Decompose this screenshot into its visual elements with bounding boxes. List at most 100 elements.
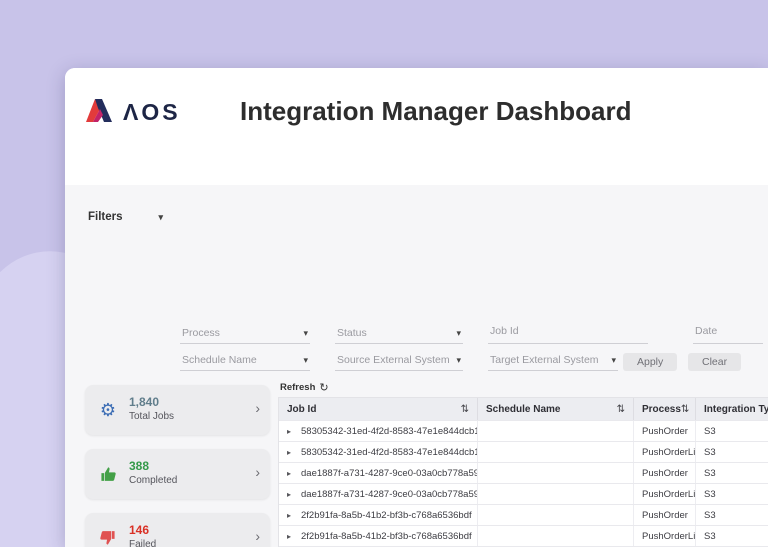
sort-icon[interactable]: ⇅ [461, 404, 469, 415]
cell-schedule-name [478, 421, 634, 441]
cell-job-id-wrap: ▸ 58305342-31ed-4f2d-8583-47e1e844dcb1 [279, 442, 478, 462]
cell-job-id-wrap: ▸ 2f2b91fa-8a5b-41b2-bf3b-c768a6536bdf [279, 526, 478, 546]
cell-job-id-wrap: ▸ 2f2b91fa-8a5b-41b2-bf3b-c768a6536bdf [279, 505, 478, 525]
table-row[interactable]: ▸ 58305342-31ed-4f2d-8583-47e1e844dcb1 P… [279, 441, 768, 462]
chevron-down-icon: ▾ [303, 328, 308, 339]
chevron-down-icon: ▾ [303, 355, 308, 366]
date-input[interactable] [693, 322, 763, 344]
clear-button[interactable]: Clear [688, 353, 741, 371]
column-label: Job Id [287, 404, 316, 415]
cell-schedule-name [478, 442, 634, 462]
schedule-name-select-value: Schedule Name [182, 354, 257, 366]
apply-button[interactable]: Apply [623, 353, 677, 371]
source-external-system-select[interactable]: Source External System ▾ [335, 349, 463, 371]
cell-process: PushOrderLi... [634, 484, 696, 504]
chevron-down-icon: ▾ [456, 355, 461, 366]
thumbs-up-icon [98, 464, 118, 484]
thumbs-down-icon [98, 528, 118, 547]
cell-integration-type: S3 [696, 484, 768, 504]
chevron-down-icon: ▾ [456, 328, 461, 339]
stat-label: Completed [129, 475, 177, 486]
filters-label: Filters [88, 211, 123, 223]
app-window: ΛOS Integration Manager Dashboard Filter… [65, 68, 768, 547]
cell-schedule-name [478, 505, 634, 525]
source-external-system-value: Source External System [337, 354, 450, 366]
column-header-job-id[interactable]: Job Id ⇅ [279, 398, 478, 420]
table-row[interactable]: ▸ 58305342-31ed-4f2d-8583-47e1e844dcb1 P… [279, 420, 768, 441]
stat-card-completed[interactable]: 388 Completed › [85, 449, 270, 499]
schedule-name-select[interactable]: Schedule Name ▾ [180, 349, 310, 371]
job-id-input[interactable] [488, 322, 648, 344]
expand-icon[interactable]: ▸ [287, 490, 297, 499]
expand-icon[interactable]: ▸ [287, 469, 297, 478]
chevron-right-icon: › [255, 400, 260, 416]
content-area: Filters ▾ Process ▾ Status ▾ Schedule Na… [65, 185, 768, 547]
table-row[interactable]: ▸ 2f2b91fa-8a5b-41b2-bf3b-c768a6536bdf P… [279, 525, 768, 546]
status-select[interactable]: Status ▾ [335, 322, 463, 344]
stat-card-failed[interactable]: 146 Failed › [85, 513, 270, 547]
header: ΛOS Integration Manager Dashboard [65, 68, 768, 185]
cell-process: PushOrderLi... [634, 442, 696, 462]
cell-integration-type: S3 [696, 463, 768, 483]
table-body: ▸ 58305342-31ed-4f2d-8583-47e1e844dcb1 P… [279, 420, 768, 547]
expand-icon[interactable]: ▸ [287, 532, 297, 541]
column-header-process[interactable]: Process ⇅ [634, 398, 696, 420]
page-title: Integration Manager Dashboard [240, 96, 632, 127]
cell-schedule-name [478, 526, 634, 546]
jobs-table: Job Id ⇅ Schedule Name ⇅ Process ⇅ Integ… [278, 397, 768, 547]
refresh-control[interactable]: Refresh ↻ [280, 381, 329, 394]
filters-toggle[interactable]: Filters ▾ [88, 211, 163, 223]
stat-value: 1,840 [129, 395, 159, 409]
target-external-system-value: Target External System [490, 354, 599, 366]
table-row[interactable]: ▸ 2f2b91fa-8a5b-41b2-bf3b-c768a6536bdf P… [279, 504, 768, 525]
column-label: Schedule Name [486, 404, 560, 415]
chevron-right-icon: › [255, 528, 260, 544]
stat-label: Total Jobs [129, 411, 174, 422]
cell-job-id: 2f2b91fa-8a5b-41b2-bf3b-c768a6536bdf [301, 531, 472, 542]
logo-mark-icon [85, 96, 115, 129]
sort-icon[interactable]: ⇅ [681, 404, 689, 415]
cell-job-id-wrap: ▸ dae1887f-a731-4287-9ce0-03a0cb778a59 [279, 463, 478, 483]
table-header-row: Job Id ⇅ Schedule Name ⇅ Process ⇅ Integ… [279, 398, 768, 420]
stat-value: 388 [129, 459, 149, 473]
cell-process: PushOrder [634, 463, 696, 483]
cell-job-id: dae1887f-a731-4287-9ce0-03a0cb778a59 [301, 468, 478, 479]
cell-job-id-wrap: ▸ 58305342-31ed-4f2d-8583-47e1e844dcb1 [279, 421, 478, 441]
sort-icon[interactable]: ⇅ [617, 404, 625, 415]
column-label: Integration Type [704, 404, 768, 415]
cell-process: PushOrder [634, 421, 696, 441]
cell-integration-type: S3 [696, 421, 768, 441]
brand: ΛOS [85, 96, 181, 129]
cell-integration-type: S3 [696, 442, 768, 462]
cell-process: PushOrder [634, 505, 696, 525]
cell-job-id: 58305342-31ed-4f2d-8583-47e1e844dcb1 [301, 447, 478, 458]
table-row[interactable]: ▸ dae1887f-a731-4287-9ce0-03a0cb778a59 P… [279, 462, 768, 483]
cell-integration-type: S3 [696, 526, 768, 546]
process-select[interactable]: Process ▾ [180, 322, 310, 344]
cell-schedule-name [478, 463, 634, 483]
process-select-value: Process [182, 327, 220, 339]
gears-icon: ⚙ [98, 400, 118, 420]
logo-text: ΛOS [123, 99, 181, 126]
cell-job-id: 58305342-31ed-4f2d-8583-47e1e844dcb1 [301, 426, 478, 437]
expand-icon[interactable]: ▸ [287, 448, 297, 457]
chevron-right-icon: › [255, 464, 260, 480]
chevron-down-icon: ▾ [611, 355, 616, 366]
cell-integration-type: S3 [696, 505, 768, 525]
refresh-icon: ↻ [319, 381, 328, 394]
column-header-schedule-name[interactable]: Schedule Name ⇅ [478, 398, 634, 420]
cell-job-id: dae1887f-a731-4287-9ce0-03a0cb778a59 [301, 489, 478, 500]
stat-label: Failed [129, 539, 156, 547]
cell-schedule-name [478, 484, 634, 504]
column-label: Process [642, 404, 681, 415]
status-select-value: Status [337, 327, 367, 339]
stat-card-total-jobs[interactable]: ⚙ 1,840 Total Jobs › [85, 385, 270, 435]
chevron-down-icon: ▾ [159, 212, 164, 223]
column-header-integration-type[interactable]: Integration Type [696, 398, 768, 420]
target-external-system-select[interactable]: Target External System ▾ [488, 349, 618, 371]
cell-job-id-wrap: ▸ dae1887f-a731-4287-9ce0-03a0cb778a59 [279, 484, 478, 504]
refresh-label: Refresh [280, 382, 315, 393]
expand-icon[interactable]: ▸ [287, 427, 297, 436]
expand-icon[interactable]: ▸ [287, 511, 297, 520]
table-row[interactable]: ▸ dae1887f-a731-4287-9ce0-03a0cb778a59 P… [279, 483, 768, 504]
